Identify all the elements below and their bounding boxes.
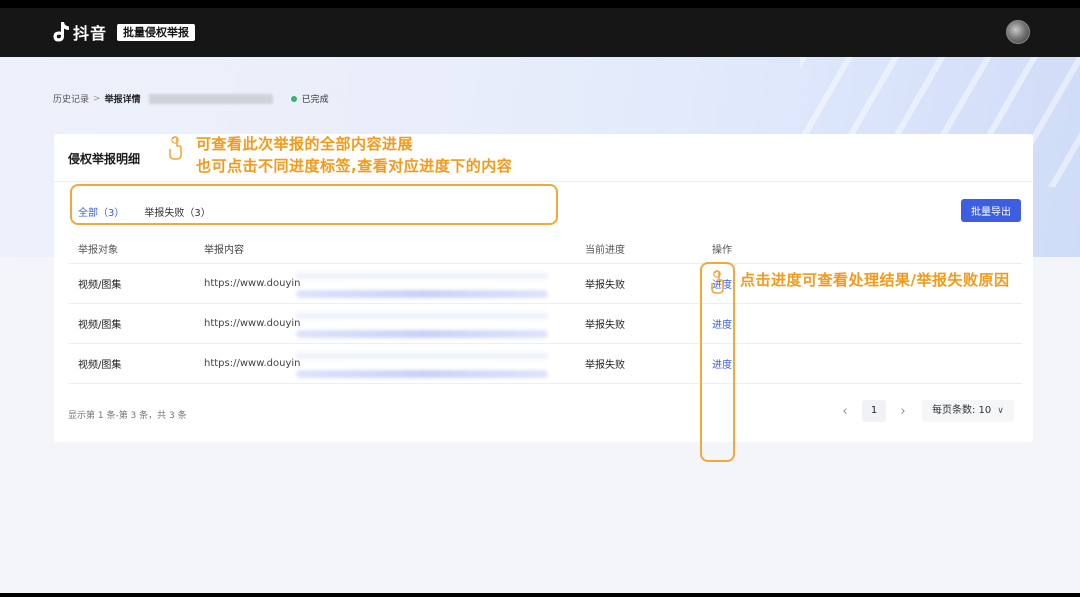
column-header-content: 举报内容 [204, 245, 244, 256]
table-header: 举报对象 举报内容 当前进度 操作 [68, 234, 1022, 264]
breadcrumb-history-link[interactable]: 历史记录 [53, 92, 89, 105]
user-avatar[interactable] [1006, 20, 1030, 44]
page-badge: 批量侵权举报 [117, 23, 196, 41]
page-size-label: 每页条数: 10 [932, 405, 992, 416]
app-frame: 抖音 批量侵权举报 历史记录 > 举报详情 已完成 侵权举报明细 全部（3） 举… [0, 8, 1080, 593]
cell-progress: 举报失败 [585, 280, 625, 291]
chevron-down-icon: ∨ [997, 406, 1004, 416]
redacted-url [296, 274, 548, 278]
annotation-text-3: 点击进度可查看处理结果/举报失败原因 [740, 271, 1010, 289]
report-table: 举报对象 举报内容 当前进度 操作 视频/图集 https://www.douy… [68, 234, 1022, 384]
redacted-report-id [148, 93, 273, 104]
pointer-hand-icon [169, 136, 182, 160]
redacted-url [296, 314, 548, 318]
table-row: 视频/图集 https://www.douyin 举报失败 进度 [68, 304, 1022, 344]
logo[interactable]: 抖音 批量侵权举报 [52, 20, 196, 44]
table-row: 视频/图集 https://www.douyin 举报失败 进度 [68, 344, 1022, 384]
redacted-url [296, 290, 548, 298]
annotation-tabs-highlight [70, 184, 558, 225]
pagination: ‹ 1 › 每页条数: 10 ∨ [836, 400, 1014, 422]
top-bar: 抖音 批量侵权举报 [0, 8, 1080, 57]
redacted-url [296, 354, 548, 358]
page-size-select[interactable]: 每页条数: 10 ∨ [922, 400, 1014, 422]
cell-target: 视频/图集 [78, 280, 122, 291]
column-header-action: 操作 [712, 245, 732, 256]
breadcrumb-current: 举报详情 [104, 95, 141, 105]
breadcrumb: 历史记录 > 举报详情 已完成 [53, 92, 329, 105]
cell-progress: 举报失败 [585, 320, 625, 331]
annotation-text-2: 也可点击不同进度标签,查看对应进度下的内容 [196, 157, 513, 175]
pointer-hand-icon [711, 270, 724, 294]
app-name: 抖音 [73, 24, 108, 43]
card-title: 侵权举报明细 [68, 152, 141, 166]
prev-page-icon[interactable]: ‹ [836, 404, 854, 419]
card-divider [54, 181, 1033, 182]
douyin-logo-icon [53, 22, 69, 42]
cell-progress: 举报失败 [585, 360, 625, 371]
breadcrumb-separator: > [93, 93, 101, 104]
annotation-text-1: 可查看此次举报的全部内容进展 [196, 135, 414, 153]
page-number-button[interactable]: 1 [862, 400, 886, 422]
status-dot-icon [290, 95, 297, 102]
pagination-summary: 显示第 1 条-第 3 条，共 3 条 [68, 411, 187, 421]
redacted-url [296, 370, 548, 378]
batch-export-button[interactable]: 批量导出 [961, 199, 1021, 222]
cell-target: 视频/图集 [78, 320, 122, 331]
column-header-progress: 当前进度 [585, 245, 625, 256]
cell-content-link[interactable]: https://www.douyin [204, 318, 300, 329]
cell-target: 视频/图集 [78, 360, 122, 371]
status-text: 已完成 [301, 95, 329, 105]
next-page-icon[interactable]: › [894, 404, 912, 419]
cell-content-link[interactable]: https://www.douyin [204, 278, 300, 289]
column-header-target: 举报对象 [78, 245, 118, 256]
redacted-url [296, 330, 548, 338]
cell-content-link[interactable]: https://www.douyin [204, 358, 300, 369]
